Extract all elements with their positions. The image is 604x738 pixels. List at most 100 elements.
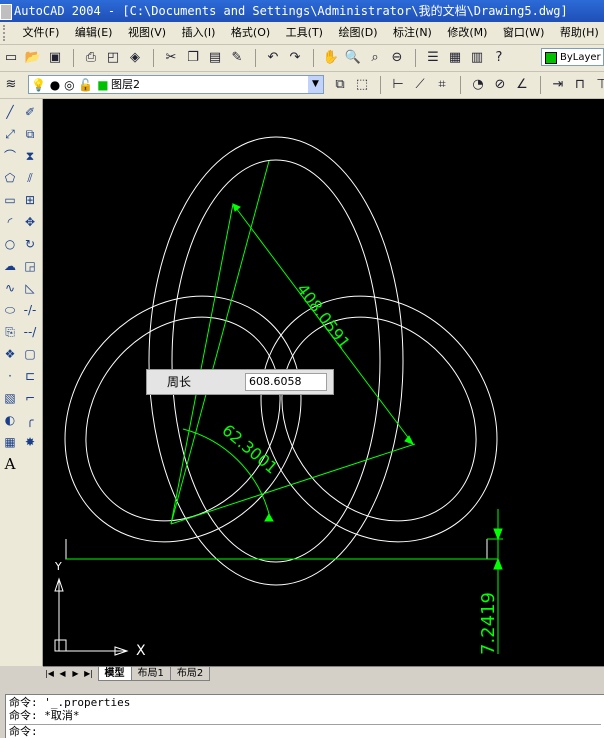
baseline-dim-icon[interactable]: ⊓ [570,75,590,95]
quick-dim-icon[interactable]: ⇥ [548,75,568,95]
layer-previous-icon[interactable]: ⬚ [352,75,372,95]
print-icon[interactable]: ⎙ [81,48,101,68]
layer-dropdown[interactable]: 💡 ● ◎ 🔓 ■ 图层2 ▼ [28,75,324,94]
save-icon[interactable]: ▣ [45,48,65,68]
spline-icon[interactable]: ∿ [0,277,20,299]
open-icon[interactable]: 📂 [23,48,43,68]
aligned-dim-icon[interactable]: ⟋ [410,75,430,95]
designcenter-icon[interactable]: ▦ [445,48,465,68]
menu-help[interactable]: 帮助(H) [554,22,604,44]
layer-manager-icon[interactable]: ≋ [1,75,21,95]
point-icon[interactable]: · [0,365,20,387]
linear-dim-icon[interactable]: ⊢ [388,75,408,95]
make-block-icon[interactable]: ❖ [0,343,20,365]
stretch-icon[interactable]: ◺ [20,277,40,299]
ellipse-icon[interactable]: ⬭ [0,299,20,321]
next-tab-button[interactable]: ▶ [69,667,82,680]
pan-icon[interactable]: ✋ [321,48,341,68]
properties-icon[interactable]: ☰ [423,48,443,68]
lock-icon[interactable]: 🔓 [78,78,93,92]
color-control-value: ByLayer [560,52,601,63]
preview-icon[interactable]: ◰ [103,48,123,68]
angular-dim-icon[interactable]: ∠ [512,75,532,95]
polygon-icon[interactable]: ⬠ [0,167,20,189]
toolbar-separator [72,49,74,67]
circle-icon[interactable]: ○ [0,233,20,255]
menu-insert[interactable]: 插入(I) [176,22,222,44]
tab-layout1[interactable]: 布局1 [130,667,171,681]
scale-icon[interactable]: ◲ [20,255,40,277]
menu-file[interactable]: 文件(F) [17,22,66,44]
menu-dimension[interactable]: 标注(N) [387,22,438,44]
command-text-area[interactable]: 命令: '_.properties 命令: *取消* 命令: [5,694,604,738]
move-icon[interactable]: ✥ [20,211,40,233]
new-icon[interactable]: ▭ [1,48,21,68]
xline-icon[interactable]: ⤢ [0,123,20,145]
continue-dim-icon[interactable]: ⊤ [592,75,604,95]
radius-dim-icon[interactable]: ◔ [468,75,488,95]
sun-icon[interactable]: ● [50,78,60,92]
zoom-window-icon[interactable]: ⌕ [365,48,385,68]
tab-model[interactable]: 模型 [97,667,132,681]
help-icon[interactable]: ? [489,48,509,68]
trim-icon[interactable]: -/- [20,299,40,321]
arc-icon[interactable]: ◜ [0,211,20,233]
undo-icon[interactable]: ↶ [263,48,283,68]
fillet-icon[interactable]: ╭ [20,409,40,431]
table-icon[interactable]: ▦ [0,431,20,453]
chevron-down-icon[interactable]: ▼ [308,76,323,93]
zoom-previous-icon[interactable]: ⊖ [387,48,407,68]
copy-icon[interactable]: ❐ [183,48,203,68]
break-at-point-icon[interactable]: ▢ [20,343,40,365]
polyline-icon[interactable]: ⌒ [0,145,20,167]
redo-icon[interactable]: ↷ [285,48,305,68]
menu-draw[interactable]: 绘图(D) [332,22,383,44]
color-control[interactable]: ByLayer [541,48,604,66]
toolbar-separator [459,76,461,94]
aligned-ext-line [170,160,270,525]
diameter-dim-icon[interactable]: ⊘ [490,75,510,95]
drawing-canvas[interactable]: 408.0591 62.3001 7.2419 X Y 周长 608.6058 [43,99,604,666]
menu-format[interactable]: 格式(O) [225,22,276,44]
erase-icon[interactable]: ✐ [20,101,40,123]
last-tab-button[interactable]: ▶| [82,667,95,680]
menu-window[interactable]: 窗口(W) [497,22,550,44]
mtext-icon[interactable]: A [0,453,20,475]
insert-block-icon[interactable]: ⎘ [0,321,20,343]
hatch-icon[interactable]: ▧ [0,387,20,409]
rotate-icon[interactable]: ↻ [20,233,40,255]
mirror-icon[interactable]: ⧗ [20,145,40,167]
bulb-icon[interactable]: 💡 [31,78,46,92]
publish-icon[interactable]: ◈ [125,48,145,68]
cut-icon[interactable]: ✂ [161,48,181,68]
menu-edit[interactable]: 编辑(E) [69,22,119,44]
command-prompt[interactable]: 命令: [9,724,601,738]
make-layer-current-icon[interactable]: ⧉ [330,75,350,95]
rectangle-icon[interactable]: ▭ [0,189,20,211]
line-icon[interactable]: ╱ [0,101,20,123]
tab-layout2[interactable]: 布局2 [169,667,211,681]
menu-modify[interactable]: 修改(M) [441,22,493,44]
ordinate-dim-icon[interactable]: ⌗ [432,75,452,95]
match-icon[interactable]: ✎ [227,48,247,68]
extend-icon[interactable]: --/ [20,321,40,343]
array-icon[interactable]: ⊞ [20,189,40,211]
revcloud-icon[interactable]: ☁ [0,255,20,277]
paste-icon[interactable]: ▤ [205,48,225,68]
zoom-realtime-icon[interactable]: 🔍 [343,48,363,68]
toolpalette-icon[interactable]: ▥ [467,48,487,68]
offset-icon[interactable]: ⫽ [20,167,40,189]
ucs-x-label: X [136,643,146,659]
freeze-icon[interactable]: ◎ [64,78,74,92]
break-icon[interactable]: ⊏ [20,365,40,387]
autocad-app-icon[interactable] [0,4,12,20]
region-icon[interactable]: ◐ [0,409,20,431]
explode-icon[interactable]: ✸ [20,431,40,453]
menu-grip[interactable] [3,25,9,41]
first-tab-button[interactable]: |◀ [43,667,56,680]
copy-object-icon[interactable]: ⧉ [20,123,40,145]
chamfer-icon[interactable]: ⌐ [20,387,40,409]
prev-tab-button[interactable]: ◀ [56,667,69,680]
menu-tools[interactable]: 工具(T) [280,22,329,44]
menu-view[interactable]: 视图(V) [122,22,172,44]
